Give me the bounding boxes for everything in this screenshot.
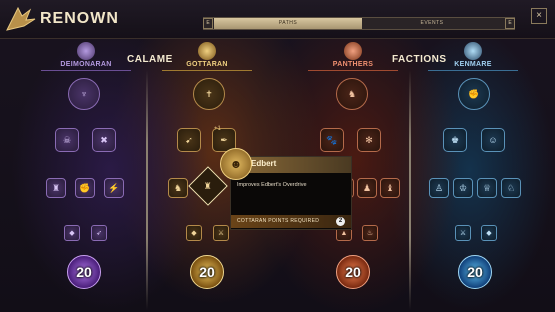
requirement-value: 2 <box>336 217 345 226</box>
tab-events[interactable]: EVENTS <box>362 18 502 29</box>
torch-skill-icon[interactable]: ♨ <box>362 225 378 241</box>
page-title: RENOWN <box>40 10 119 27</box>
horse-skill-icon[interactable]: ♞ <box>168 178 188 198</box>
edbert-portrait-icon: ☻ <box>220 148 252 180</box>
shield-gold-skill-icon[interactable]: ◆ <box>186 225 202 241</box>
column-underline <box>428 70 518 71</box>
crew-skill-icon[interactable]: ♚ <box>443 128 467 152</box>
sailor-skill-icon[interactable]: ♙ <box>429 178 449 198</box>
column-name: GOTTARAN <box>186 61 228 68</box>
kenmare-points-badge: 20 <box>458 255 492 289</box>
hunter-skill-icon[interactable]: ♝ <box>380 178 400 198</box>
sword-skill-icon[interactable]: ✝ <box>193 78 225 110</box>
captain-skill-icon[interactable]: ♔ <box>453 178 473 198</box>
column-gottaran: GOTTARAN <box>157 42 257 71</box>
panther-crest-icon <box>344 42 362 60</box>
close-button[interactable]: × <box>531 8 547 24</box>
column-underline <box>308 70 398 71</box>
dinosaur-skill-icon[interactable]: ♞ <box>336 78 368 110</box>
gunner-skill-icon[interactable]: ♕ <box>477 178 497 198</box>
column-name: PANTHERS <box>332 61 374 68</box>
spear-skill-icon[interactable]: ➹ <box>177 128 201 152</box>
node-level-label: +1 <box>214 126 221 132</box>
tab-prev-key[interactable]: E <box>203 18 213 29</box>
scout-skill-icon[interactable]: ♘ <box>501 178 521 198</box>
arrow-skill-icon[interactable]: ➶ <box>91 225 107 241</box>
tooltip-requirement: COTTARAN POINTS REQUIRED 2 <box>231 215 351 228</box>
bolt-skill-icon[interactable]: ⚡ <box>104 178 124 198</box>
divider-left <box>146 70 148 310</box>
divider-right <box>409 70 411 310</box>
column-name: KENMARE <box>454 61 492 68</box>
beast-skill-icon[interactable]: 🐾 <box>320 128 344 152</box>
column-name: DEIMONARAN <box>60 61 112 68</box>
deimonaran-points-badge: 20 <box>67 255 101 289</box>
tab-bar: E PATHS EVENTS E <box>203 17 515 30</box>
fist-blue-skill-icon[interactable]: ✊ <box>458 78 490 110</box>
sun-crest-icon <box>198 42 216 60</box>
helm-skill-icon[interactable]: ♜ <box>46 178 66 198</box>
column-underline <box>41 70 131 71</box>
mask-skill-icon[interactable]: ☺ <box>481 128 505 152</box>
gottaran-points-badge: 20 <box>190 255 224 289</box>
dragon-logo-icon <box>6 6 36 31</box>
blade-gold-skill-icon[interactable]: ⚔ <box>213 225 229 241</box>
wolf-crest-icon <box>77 42 95 60</box>
helm-selected-icon: ♜ <box>203 180 213 191</box>
top-bar: RENOWN E PATHS EVENTS E × <box>0 0 555 39</box>
column-panthers: PANTHERS <box>303 42 403 71</box>
fist-skill-icon[interactable]: ✊ <box>75 178 95 198</box>
tab-paths[interactable]: PATHS <box>214 18 362 29</box>
shield-blue-skill-icon[interactable]: ◆ <box>481 225 497 241</box>
paw-skill-icon[interactable]: ✻ <box>357 128 381 152</box>
windmill-crest-icon <box>464 42 482 60</box>
column-kenmare: KENMARE <box>423 42 523 71</box>
skull-skill-icon[interactable]: ☠ <box>55 128 79 152</box>
claw-skill-icon[interactable]: ✖ <box>92 128 116 152</box>
tooltip-title: Edbert <box>251 159 277 168</box>
panthers-points-badge: 20 <box>336 255 370 289</box>
shield-skill-icon[interactable]: ◆ <box>64 225 80 241</box>
tooltip-description: Improves Edbert's Overdrive <box>237 182 307 188</box>
column-underline <box>162 70 252 71</box>
warrior-skill-icon[interactable]: ♟ <box>357 178 377 198</box>
trident-skill-icon[interactable]: ♆ <box>68 78 100 110</box>
column-deimonaran: DEIMONARAN <box>36 42 136 71</box>
requirement-label: COTTARAN POINTS REQUIRED <box>237 218 320 224</box>
sword-blue-skill-icon[interactable]: ⚔ <box>455 225 471 241</box>
tab-next-key[interactable]: E <box>505 18 515 29</box>
